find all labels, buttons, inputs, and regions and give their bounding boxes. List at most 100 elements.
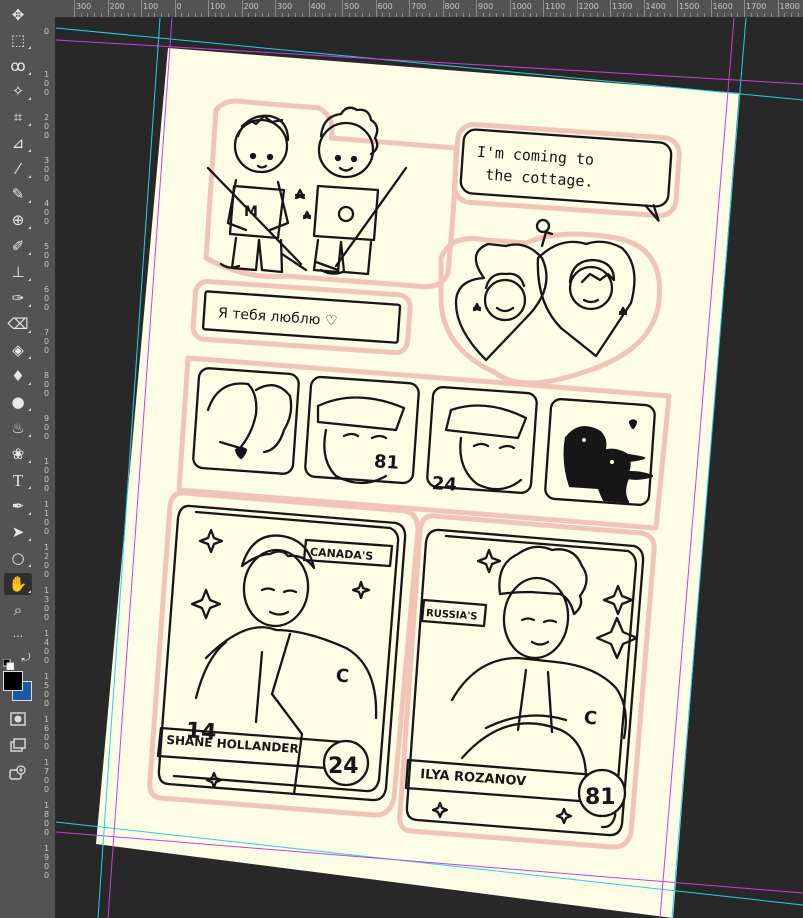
ruler-minor-tick <box>529 13 531 17</box>
quick-mask-icon[interactable] <box>4 708 32 730</box>
ruler-minor-tick <box>120 13 122 17</box>
ruler-label: 1100 <box>545 2 566 11</box>
edit-toolbar-icon[interactable] <box>4 762 32 784</box>
ruler-label: 3 0 0 <box>43 156 50 183</box>
ruler-minor-tick <box>382 13 384 17</box>
ruler-minor-tick <box>449 13 451 17</box>
ruler-minor-tick <box>435 13 437 17</box>
ruler-minor-tick <box>750 13 752 17</box>
horizontal-ruler[interactable]: 300 200 100 0 100 200 300 400 500 600 700 800 900 100… <box>38 0 803 18</box>
ruler-minor-tick <box>596 13 598 17</box>
svg-text:81: 81 <box>585 785 616 810</box>
ruler-minor-tick <box>697 13 699 17</box>
move-tool-icon[interactable]: ✥ <box>4 4 32 26</box>
ruler-minor-tick <box>636 13 638 17</box>
ruler-minor-tick <box>522 13 524 17</box>
ruler-minor-tick <box>395 13 397 17</box>
ruler-minor-tick <box>194 13 196 17</box>
hand-tool-icon[interactable]: ✋ <box>4 573 32 595</box>
zoom-tool-icon[interactable]: ⌕ <box>4 599 32 621</box>
pen-tool-icon[interactable]: ✒ <box>4 495 32 517</box>
ruler-minor-tick <box>321 13 323 17</box>
ruler-label: 1400 <box>645 2 666 11</box>
ruler-label: 300 <box>76 2 92 11</box>
ruler-tick <box>107 0 109 17</box>
stamp-tool-icon[interactable]: ⊥ <box>4 261 32 283</box>
ruler-minor-tick <box>87 13 89 17</box>
more-tools-icon[interactable]: ··· <box>4 625 32 647</box>
ruler-minor-tick <box>368 13 370 17</box>
ruler-minor-tick <box>167 13 169 17</box>
path-selection-tool-icon[interactable]: ➤ <box>4 521 32 543</box>
ellipse-tool-icon[interactable]: ○ <box>4 547 32 569</box>
ruler-label: 1 0 0 <box>43 70 50 97</box>
ruler-tick <box>174 0 176 17</box>
history-brush-tool-icon[interactable]: ✑ <box>4 287 32 309</box>
brush-tool-icon[interactable]: ⁄ <box>4 158 32 180</box>
ruler-tick <box>241 0 243 17</box>
eyedropper-tool-icon[interactable]: ⊿ <box>4 132 32 154</box>
ruler-label: 4 0 0 <box>43 199 50 226</box>
ruler-minor-tick <box>496 13 498 17</box>
ruler-minor-tick <box>563 13 565 17</box>
ruler-minor-tick <box>161 13 163 17</box>
swap-colors-icon[interactable]: ⤾ <box>18 650 34 664</box>
lasso-tool-icon[interactable]: ꝏ <box>4 55 32 77</box>
ruler-minor-tick <box>268 13 270 17</box>
ruler-minor-tick <box>181 13 183 17</box>
svg-text:81: 81 <box>373 451 399 474</box>
ruler-label: 1300 <box>612 2 633 11</box>
ruler-label: 1 0 0 0 <box>43 457 50 493</box>
foreground-color-swatch[interactable] <box>3 671 23 691</box>
ruler-label: 100 <box>210 2 226 11</box>
ruler-minor-tick <box>784 13 786 17</box>
gradient-tool-icon[interactable]: ♦ <box>4 365 32 387</box>
pencil-tool-icon[interactable]: ✎ <box>4 183 32 205</box>
ruler-minor-tick <box>482 13 484 17</box>
ruler-minor-tick <box>100 13 102 17</box>
svg-text:24: 24 <box>431 473 457 496</box>
default-colors-icon[interactable] <box>2 655 15 671</box>
ruler-label: 1 6 0 0 <box>43 715 50 751</box>
ruler-tick <box>543 0 544 17</box>
crop-tool-icon[interactable]: ⌗ <box>4 106 32 128</box>
marquee-tool-icon[interactable]: ⬚ <box>4 29 32 51</box>
mixer-brush-tool-icon[interactable]: ✐ <box>4 235 32 257</box>
ruler-minor-tick <box>723 13 725 17</box>
type-tool-icon[interactable]: T <box>4 469 32 491</box>
ruler-minor-tick <box>228 13 230 17</box>
ruler-minor-tick <box>415 13 417 17</box>
ruler-minor-tick <box>569 13 571 17</box>
smudge-tool-icon[interactable]: ♨ <box>4 417 32 439</box>
eraser-tool-icon[interactable]: ⌫ <box>4 313 32 335</box>
ruler-minor-tick <box>797 13 799 17</box>
vertical-ruler[interactable]: 0 1 0 0 2 0 0 3 0 0 4 0 0 5 0 0 6 0 0 7 0 0 8 0 … <box>38 17 56 918</box>
ruler-minor-tick <box>717 13 719 17</box>
ruler-minor-tick <box>690 13 692 17</box>
blur-tool-icon[interactable]: ● <box>4 391 32 413</box>
ruler-tick <box>677 0 678 17</box>
magic-wand-tool-icon[interactable]: ✧ <box>4 80 32 102</box>
ruler-tick <box>275 0 276 17</box>
ruler-label: 1 2 0 0 <box>43 543 50 579</box>
document-canvas[interactable]: M 81 24 C 14 CANADA'S SHANE HOLLANDER 24… <box>56 18 803 918</box>
healing-tool-icon[interactable]: ⊕ <box>4 209 32 231</box>
ruler-minor-tick <box>301 13 303 17</box>
ruler-minor-tick <box>288 13 290 17</box>
ruler-minor-tick <box>355 13 357 17</box>
ruler-minor-tick <box>556 13 558 17</box>
ruler-minor-tick <box>94 13 96 17</box>
ruler-tick <box>308 0 310 17</box>
ruler-minor-tick <box>764 13 766 17</box>
ruler-tick <box>610 0 611 17</box>
paint-bucket-tool-icon[interactable]: ◈ <box>4 339 32 361</box>
ruler-tick <box>442 0 444 17</box>
sponge-tool-icon[interactable]: ❀ <box>4 443 32 465</box>
ruler-tick <box>409 0 410 17</box>
ruler-label: 100 <box>143 2 159 11</box>
ruler-label: 1500 <box>679 2 700 11</box>
screen-mode-icon[interactable] <box>4 734 32 756</box>
ruler-minor-tick <box>328 13 330 17</box>
ruler-minor-tick <box>462 13 464 17</box>
ruler-label: 1 5 0 0 <box>43 672 50 708</box>
